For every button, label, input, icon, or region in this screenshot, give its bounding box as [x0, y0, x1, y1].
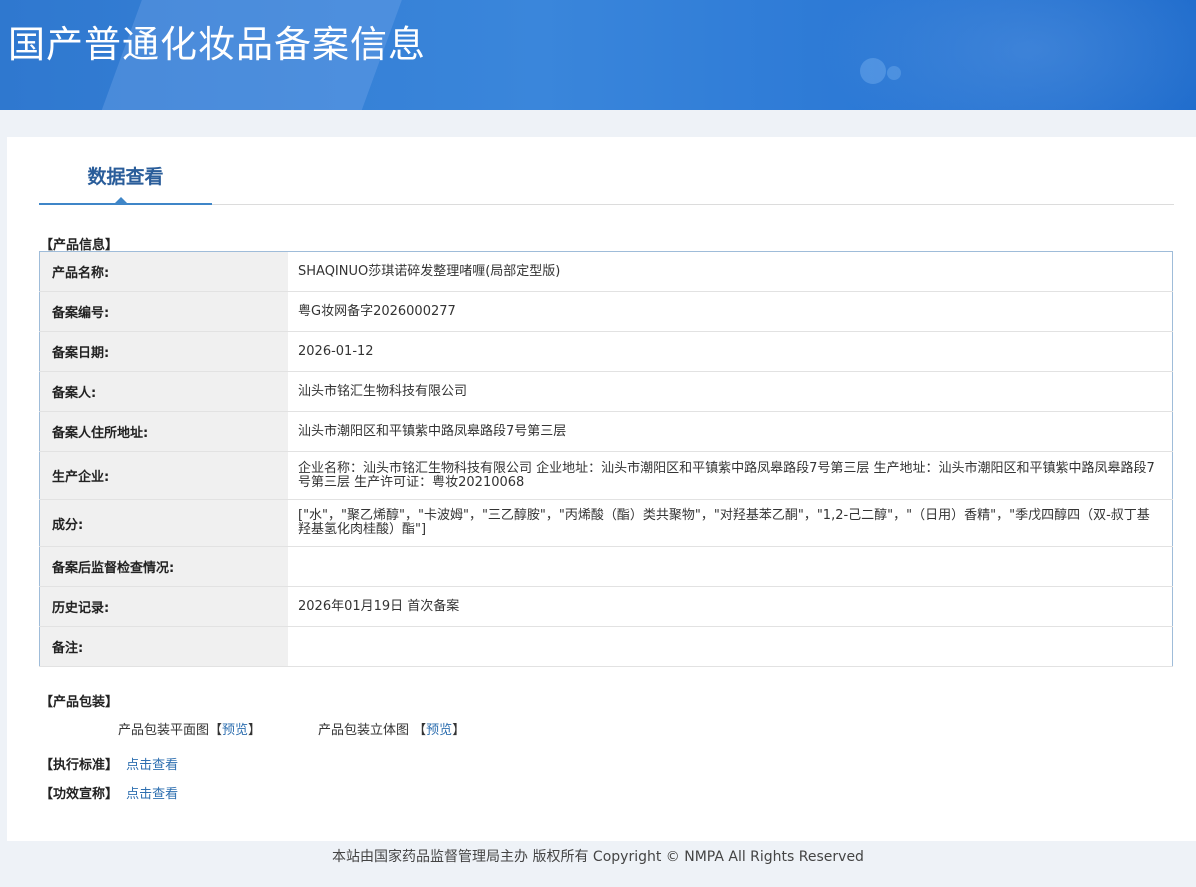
row-value: 汕头市铭汇生物科技有限公司	[288, 371, 1173, 412]
tab-data-view[interactable]: 数据查看	[39, 153, 212, 203]
row-key: 生产企业:	[39, 451, 288, 500]
table-row: 成分: ["水"，"聚乙烯醇"，"卡波姆"，"三乙醇胺"，"丙烯酸（酯）类共聚物…	[39, 499, 1173, 547]
row-key: 历史记录:	[39, 586, 288, 627]
standard-label: 【执行标准】	[40, 758, 119, 773]
row-value	[288, 626, 1173, 667]
row-key: 备案人:	[39, 371, 288, 412]
row-key: 备案人住所地址:	[39, 411, 288, 452]
standard-item: 【执行标准】 点击查看	[40, 754, 178, 773]
row-value: ["水"，"聚乙烯醇"，"卡波姆"，"三乙醇胺"，"丙烯酸（酯）类共聚物"，"对…	[288, 499, 1173, 547]
row-key: 产品名称:	[39, 251, 288, 292]
package-flat-preview-link[interactable]: 预览	[222, 723, 248, 738]
page-title: 国产普通化妆品备案信息	[8, 23, 426, 66]
row-key: 备案编号:	[39, 291, 288, 332]
row-key: 备案后监督检查情况:	[39, 546, 288, 587]
packaging-heading: 【产品包装】	[40, 695, 119, 710]
table-row: 历史记录: 2026年01月19日 首次备案	[39, 586, 1173, 627]
table-row: 备案编号: 粤G妆网备字2026000277	[39, 291, 1173, 332]
efficacy-label: 【功效宣称】	[40, 787, 119, 802]
content-card: 数据查看 【产品信息】 产品名称: SHAQINUO莎琪诺碎发整理啫喱(局部定型…	[7, 137, 1196, 841]
footer-copyright: 本站由国家药品监督管理局主办 版权所有 Copyright © NMPA All…	[332, 849, 864, 865]
row-value: 汕头市潮阳区和平镇紫中路凤皋路段7号第三层	[288, 411, 1173, 452]
row-value	[288, 546, 1173, 587]
row-key: 备案日期:	[39, 331, 288, 372]
banner-decoration	[860, 58, 886, 84]
tab-caret-icon	[114, 197, 128, 204]
row-key: 备注:	[39, 626, 288, 667]
row-key: 成分:	[39, 499, 288, 547]
banner-decoration	[820, 0, 1196, 110]
banner-decoration	[887, 66, 901, 80]
package-solid-label: 产品包装立体图	[318, 723, 410, 738]
row-value: 粤G妆网备字2026000277	[288, 291, 1173, 332]
package-solid-item: 产品包装立体图 【预览】	[318, 723, 466, 738]
table-row: 备注:	[39, 626, 1173, 667]
package-solid-preview-link[interactable]: 预览	[426, 723, 452, 738]
table-row: 生产企业: 企业名称：汕头市铭汇生物科技有限公司 企业地址：汕头市潮阳区和平镇紫…	[39, 451, 1173, 500]
package-flat-label: 产品包装平面图	[118, 723, 210, 738]
table-row: 备案后监督检查情况:	[39, 546, 1173, 587]
efficacy-view-link[interactable]: 点击查看	[126, 787, 178, 802]
table-row: 产品名称: SHAQINUO莎琪诺碎发整理啫喱(局部定型版)	[39, 251, 1173, 292]
product-info-table: 产品名称: SHAQINUO莎琪诺碎发整理啫喱(局部定型版) 备案编号: 粤G妆…	[39, 251, 1173, 667]
table-row: 备案人住所地址: 汕头市潮阳区和平镇紫中路凤皋路段7号第三层	[39, 411, 1173, 452]
table-row: 备案日期: 2026-01-12	[39, 331, 1173, 372]
row-value: 2026年01月19日 首次备案	[288, 586, 1173, 627]
header-banner: 国产普通化妆品备案信息	[0, 0, 1196, 110]
package-flat-item: 产品包装平面图【预览】	[118, 723, 262, 738]
row-value: 2026-01-12	[288, 331, 1173, 372]
row-value: 企业名称：汕头市铭汇生物科技有限公司 企业地址：汕头市潮阳区和平镇紫中路凤皋路段…	[288, 451, 1173, 500]
table-row: 备案人: 汕头市铭汇生物科技有限公司	[39, 371, 1173, 412]
standard-view-link[interactable]: 点击查看	[126, 758, 178, 773]
row-value: SHAQINUO莎琪诺碎发整理啫喱(局部定型版)	[288, 251, 1173, 292]
efficacy-item: 【功效宣称】 点击查看	[40, 783, 178, 802]
